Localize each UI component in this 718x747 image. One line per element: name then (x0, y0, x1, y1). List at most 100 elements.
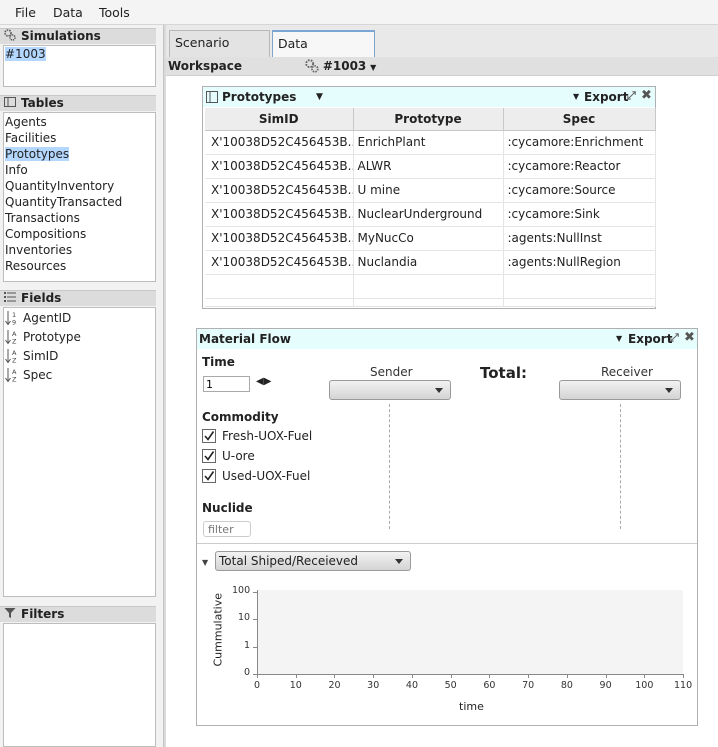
sender-flow-line (389, 404, 390, 529)
x-axis (257, 674, 683, 675)
prototypes-panel: Prototypes ▼ ▼ Export ⤢ ✖ SimID Prototyp… (202, 86, 656, 309)
menu-data[interactable]: Data (53, 5, 83, 20)
x-tick-mark (295, 674, 297, 678)
svg-text:Z: Z (12, 357, 17, 365)
workspace-sim-selector[interactable]: #1003 ▼ (305, 59, 376, 73)
checkbox[interactable] (202, 469, 216, 483)
column-header-simid[interactable]: SimID (205, 108, 354, 131)
chevron-down-icon (395, 559, 403, 564)
chevron-down-icon (435, 388, 443, 393)
menu-file[interactable]: File (15, 5, 36, 20)
y-tick-mark (253, 674, 257, 675)
field-item-simid[interactable]: A Z SimID (4, 347, 155, 366)
time-input[interactable] (203, 376, 250, 392)
export-button[interactable]: Export (628, 329, 672, 349)
chevron-down-icon (665, 388, 673, 393)
y-tick-label: 1 (244, 639, 251, 651)
export-chevron-icon[interactable]: ▼ (573, 87, 579, 107)
tab-data-exploration[interactable]: Data Exploration (272, 30, 375, 75)
field-item-label: Prototype (23, 330, 81, 344)
table-item-compositions[interactable]: Compositions (4, 226, 155, 242)
column-header-prototype[interactable]: Prototype (353, 108, 504, 131)
table-item-prototypes[interactable]: Prototypes (4, 146, 155, 162)
chart-mode-label: Total Shiped/Receieved (219, 554, 359, 568)
collapse-chevron-icon[interactable]: ▼ (202, 558, 208, 567)
table-row[interactable]: X'10038D52C456453B... MyNucCo :agents:Nu… (205, 226, 656, 251)
cell-prototype: MyNucCo (353, 226, 504, 251)
simulations-header: Simulations (0, 28, 156, 44)
flow-chart: 0 10 20 30 40 50 60 70 80 90 100 110 0 1 10 100 time C… (197, 579, 697, 725)
table-row[interactable]: X'10038D52C456453B... ALWR :cycamore:Rea… (205, 154, 656, 179)
simulation-item[interactable]: #1003 (4, 46, 155, 62)
list-icon (4, 292, 16, 302)
filters-box[interactable] (3, 623, 156, 747)
sender-dropdown[interactable] (329, 380, 451, 400)
y-tick-label: 10 (238, 612, 251, 624)
receiver-dropdown[interactable] (559, 380, 681, 400)
workspace-sim-label: #1003 (322, 59, 367, 73)
x-tick-label: 110 (674, 680, 693, 691)
x-tick-label: 50 (444, 680, 457, 691)
chart-mode-dropdown[interactable]: Total Shiped/Receieved (215, 551, 411, 571)
table-item-info[interactable]: Info (4, 162, 155, 178)
table-item-resources[interactable]: Resources (4, 258, 155, 274)
table-item-facilities[interactable]: Facilities (4, 130, 155, 146)
table-row[interactable]: X'10038D52C456453B... Nuclandia :agents:… (205, 250, 656, 275)
nuclide-filter-input[interactable] (203, 521, 251, 537)
commodity-label-text: U-ore (222, 449, 255, 463)
check-icon (204, 431, 215, 441)
table-item-quantitytransacted[interactable]: QuantityTransacted (4, 194, 155, 210)
tab-scenario-builder[interactable]: Scenario Builder (169, 30, 270, 74)
table-row[interactable]: X'10038D52C456453B... EnrichPlant :cycam… (205, 130, 656, 155)
field-item-label: Spec (23, 368, 53, 382)
gears-icon (305, 59, 319, 73)
table-item-label: QuantityTransacted (5, 195, 123, 209)
table-row[interactable]: X'10038D52C456453B... U mine :cycamore:S… (205, 178, 656, 203)
column-header-spec[interactable]: Spec (503, 108, 656, 131)
field-item-prototype[interactable]: A Z Prototype (4, 328, 155, 347)
alpha-sort-icon: AZ (5, 330, 17, 346)
export-button[interactable]: Export (584, 87, 628, 107)
prototypes-panel-header: Prototypes ▼ ▼ Export ⤢ ✖ (203, 87, 655, 107)
field-item-spec[interactable]: A Z Spec (4, 366, 155, 385)
table-item-label: Compositions (5, 227, 87, 241)
x-tick-label: 40 (405, 680, 418, 691)
cell-prototype: U mine (353, 178, 504, 203)
workspace-label: Workspace (168, 59, 243, 73)
x-tick-mark (411, 674, 413, 678)
table-item-agents[interactable]: Agents (4, 114, 155, 130)
x-tick-label: 20 (328, 680, 341, 691)
checkbox[interactable] (202, 449, 216, 463)
x-tick-mark (566, 674, 568, 678)
menu-tools[interactable]: Tools (99, 5, 130, 20)
empty-row (205, 274, 656, 299)
table-item-quantityinventory[interactable]: QuantityInventory (4, 178, 155, 194)
table-item-label: Transactions (5, 211, 80, 225)
close-icon[interactable]: ✖ (684, 328, 695, 348)
x-tick-label: 80 (560, 680, 573, 691)
workspace-bar: Workspace #1003 ▼ (166, 57, 718, 76)
table-row[interactable]: X'10038D52C456453B... NuclearUnderground… (205, 202, 656, 227)
field-item-agentid[interactable]: 1 9 AgentID (4, 309, 155, 328)
maximize-icon[interactable]: ⤢ (670, 328, 679, 348)
close-icon[interactable]: ✖ (641, 86, 652, 106)
tables-list: Agents Facilities Prototypes Info Quanti… (3, 112, 156, 282)
gears-icon (4, 29, 16, 41)
x-tick-mark (683, 674, 684, 678)
export-chevron-icon[interactable]: ▼ (616, 329, 622, 349)
table-item-transactions[interactable]: Transactions (4, 210, 155, 226)
x-tick-mark (605, 674, 607, 678)
empty-row (205, 298, 656, 307)
checkbox[interactable] (202, 429, 216, 443)
receiver-label: Receiver (601, 365, 653, 379)
svg-text:9: 9 (12, 319, 16, 327)
maximize-icon[interactable]: ⤢ (627, 86, 636, 106)
y-tick-mark (253, 619, 257, 621)
filter-icon (4, 608, 16, 618)
field-item-label: AgentID (23, 311, 72, 325)
time-step-arrows-icon[interactable]: ◀▶ (256, 376, 271, 387)
x-tick-label: 10 (289, 680, 302, 691)
x-tick-mark (489, 674, 491, 678)
panel-menu-chevron-icon[interactable]: ▼ (316, 87, 323, 107)
table-item-inventories[interactable]: Inventories (4, 242, 155, 258)
